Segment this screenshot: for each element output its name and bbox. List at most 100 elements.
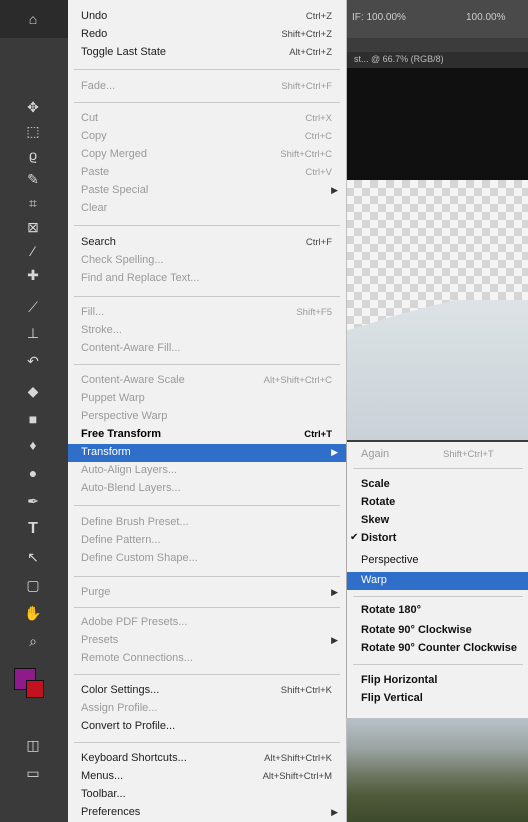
submenu-item-scale[interactable]: Scale: [347, 476, 528, 494]
eyedropper-icon[interactable]: ⁄: [22, 240, 44, 262]
submenu-item-skew[interactable]: Skew: [347, 512, 528, 530]
healing-icon[interactable]: ✚: [22, 264, 44, 286]
quick-select-icon[interactable]: ✎: [22, 168, 44, 190]
history-brush-icon[interactable]: ↶: [22, 350, 44, 372]
menu-item-check-spelling[interactable]: Check Spelling...: [68, 252, 346, 270]
menu-item-assign-profile[interactable]: Assign Profile...: [68, 700, 346, 718]
brush-icon[interactable]: ⟋: [22, 296, 44, 318]
options-left-value[interactable]: IF: 100.00%: [352, 12, 406, 23]
menu-item-adobe-pdf-presets[interactable]: Adobe PDF Presets...: [68, 614, 346, 632]
submenu-item-perspective[interactable]: Perspective: [347, 552, 528, 570]
dodge-icon[interactable]: ●: [22, 462, 44, 484]
menu-item-undo[interactable]: Undo Ctrl+Z: [68, 8, 346, 26]
menu-item-toggle-last-state[interactable]: Toggle Last State Alt+Ctrl+Z: [68, 44, 346, 62]
type-icon[interactable]: T: [22, 518, 44, 540]
submenu-item-distort[interactable]: ✔ Distort: [347, 530, 528, 548]
submenu-item-again[interactable]: Again Shift+Ctrl+T: [347, 446, 528, 464]
menu-item-preferences[interactable]: Preferences ▶: [68, 804, 346, 822]
canvas-photo-image: [346, 718, 528, 822]
menu-item-convert-to-profile[interactable]: Convert to Profile...: [68, 718, 346, 736]
menu-separator: [74, 576, 340, 577]
menu-item-color-settings[interactable]: Color Settings... Shift+Ctrl+K: [68, 682, 346, 700]
menu-item-transform[interactable]: Transform ▶: [68, 444, 346, 462]
shape-icon[interactable]: ▢: [22, 574, 44, 596]
background-color-swatch[interactable]: [26, 680, 44, 698]
menu-item-search[interactable]: Search Ctrl+F: [68, 234, 346, 252]
menu-item-auto-blend-layers[interactable]: Auto-Blend Layers...: [68, 480, 346, 498]
submenu-item-rotate[interactable]: Rotate: [347, 494, 528, 512]
blur-icon[interactable]: ♦: [22, 434, 44, 456]
menu-separator: [74, 225, 340, 226]
menu-separator: [74, 296, 340, 297]
submenu-item-rotate-180[interactable]: Rotate 180°: [347, 602, 528, 620]
menu-item-copy-merged[interactable]: Copy Merged Shift+Ctrl+C: [68, 146, 346, 164]
menu-separator: [353, 596, 523, 597]
eraser-icon[interactable]: ◆: [22, 380, 44, 402]
move-icon[interactable]: ✥: [22, 96, 44, 118]
submenu-arrow-icon: ▶: [331, 185, 338, 195]
menu-item-clear[interactable]: Clear: [68, 200, 346, 218]
home-area: ⌂: [0, 0, 68, 38]
menu-separator: [74, 69, 340, 70]
zoom-icon[interactable]: ⌕: [22, 630, 44, 652]
menu-item-toolbar[interactable]: Toolbar...: [68, 786, 346, 804]
submenu-item-warp[interactable]: Warp: [347, 572, 528, 590]
menu-item-find-replace[interactable]: Find and Replace Text...: [68, 270, 346, 288]
menu-item-define-brush-preset[interactable]: Define Brush Preset...: [68, 514, 346, 532]
menu-item-stroke[interactable]: Stroke...: [68, 322, 346, 340]
checkmark-icon: ✔: [350, 532, 359, 543]
screen-mode-icon[interactable]: ▭: [22, 762, 44, 784]
quick-mask-icon[interactable]: ◫: [22, 734, 44, 756]
submenu-item-rotate-90-ccw[interactable]: Rotate 90° Counter Clockwise: [347, 640, 528, 658]
menu-item-copy[interactable]: Copy Ctrl+C: [68, 128, 346, 146]
menu-item-redo[interactable]: Redo Shift+Ctrl+Z: [68, 26, 346, 44]
crop-icon[interactable]: ⌗: [22, 192, 44, 214]
path-select-icon[interactable]: ↖: [22, 546, 44, 568]
menu-separator: [74, 102, 340, 103]
marquee-icon[interactable]: ⬚: [22, 120, 44, 142]
menu-separator: [353, 664, 523, 665]
home-icon[interactable]: ⌂: [22, 8, 44, 30]
submenu-item-rotate-90-cw[interactable]: Rotate 90° Clockwise: [347, 622, 528, 640]
submenu-arrow-icon: ▶: [331, 807, 338, 817]
menu-item-free-transform[interactable]: Free Transform Ctrl+T: [68, 426, 346, 444]
menu-item-paste-special[interactable]: Paste Special ▶: [68, 182, 346, 200]
menu-item-keyboard-shortcuts[interactable]: Keyboard Shortcuts... Alt+Shift+Ctrl+K: [68, 750, 346, 768]
menu-separator: [74, 505, 340, 506]
menu-separator: [353, 468, 523, 469]
menu-item-content-aware-scale[interactable]: Content-Aware Scale Alt+Shift+Ctrl+C: [68, 372, 346, 390]
pen-icon[interactable]: ✒: [22, 490, 44, 512]
menu-item-presets[interactable]: Presets ▶: [68, 632, 346, 650]
menu-item-menus[interactable]: Menus... Alt+Shift+Ctrl+M: [68, 768, 346, 786]
menu-item-fill[interactable]: Fill... Shift+F5: [68, 304, 346, 322]
document-tab-label: st... @ 66.7% (RGB/8): [354, 54, 444, 64]
clone-stamp-icon[interactable]: ⊥: [22, 322, 44, 344]
frame-icon[interactable]: ⊠: [22, 216, 44, 238]
menu-item-puppet-warp[interactable]: Puppet Warp: [68, 390, 346, 408]
submenu-arrow-icon: ▶: [331, 447, 338, 457]
menu-item-fade[interactable]: Fade... Shift+Ctrl+F: [68, 78, 346, 96]
menu-item-remote-connections[interactable]: Remote Connections...: [68, 650, 346, 668]
menu-separator: [74, 674, 340, 675]
menu-item-auto-align-layers[interactable]: Auto-Align Layers...: [68, 462, 346, 480]
gradient-icon[interactable]: ■: [22, 408, 44, 430]
menu-item-paste[interactable]: Paste Ctrl+V: [68, 164, 346, 182]
transform-submenu: Again Shift+Ctrl+T Scale Rotate Skew ✔ Dis…: [346, 442, 528, 718]
lasso-icon[interactable]: ϱ: [22, 144, 44, 166]
submenu-item-flip-vertical[interactable]: Flip Vertical: [347, 690, 528, 708]
menu-separator: [74, 742, 340, 743]
tools-panel: ⌂ ✥ ⬚ ϱ ✎ ⌗ ⊠ ⁄ ✚ ⟋ ⊥ ↶ ◆ ■ ♦ ● ✒ T ↖ ▢ …: [0, 0, 68, 822]
edit-menu: Undo Ctrl+Z Redo Shift+Ctrl+Z Toggle Last …: [68, 0, 347, 822]
menu-item-cut[interactable]: Cut Ctrl+X: [68, 110, 346, 128]
submenu-arrow-icon: ▶: [331, 587, 338, 597]
document-tab[interactable]: st... @ 66.7% (RGB/8): [346, 52, 528, 68]
menu-item-perspective-warp[interactable]: Perspective Warp: [68, 408, 346, 426]
submenu-item-flip-horizontal[interactable]: Flip Horizontal: [347, 672, 528, 690]
menu-item-content-aware-fill[interactable]: Content-Aware Fill...: [68, 340, 346, 358]
menu-item-define-pattern[interactable]: Define Pattern...: [68, 532, 346, 550]
menu-item-purge[interactable]: Purge ▶: [68, 584, 346, 602]
menu-separator: [74, 364, 340, 365]
menu-item-define-custom-shape[interactable]: Define Custom Shape...: [68, 550, 346, 568]
hand-icon[interactable]: ✋: [22, 602, 44, 624]
options-right-value[interactable]: 100.00%: [466, 12, 505, 23]
